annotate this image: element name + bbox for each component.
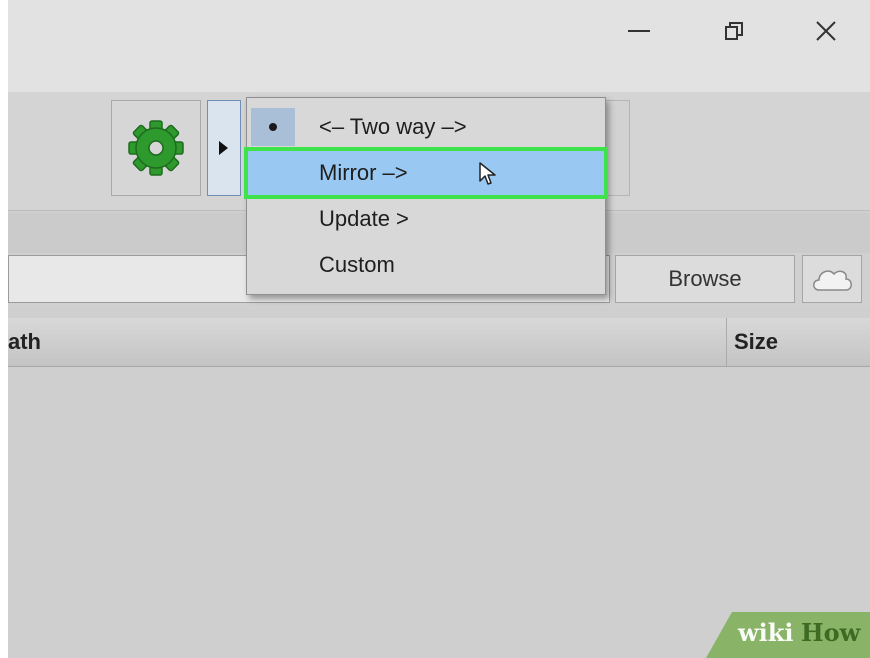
menu-item-label: Update > [319,206,409,231]
close-icon [816,21,836,41]
menu-item-mirror[interactable]: Mirror –> [244,147,608,199]
wikihow-watermark: wiki How [706,612,870,658]
file-table-header: ath Size [8,318,870,367]
title-bar [8,0,870,92]
column-header-size[interactable]: Size [734,318,778,366]
cloud-button[interactable] [802,255,862,303]
menu-item-update[interactable]: Update > [247,196,605,242]
close-button[interactable] [806,14,846,48]
menu-item-label: <– Two way –> [319,114,467,139]
sync-variant-dropdown-button[interactable] [207,100,241,196]
radio-dot-icon [269,123,277,131]
mouse-pointer-icon [479,162,496,185]
watermark-text-wiki: wiki [738,618,794,647]
restore-button[interactable] [714,14,754,48]
column-header-path[interactable]: ath [8,318,41,366]
sync-variant-menu: <– Two way –> Mirror –> Update > Custom [244,97,608,295]
watermark-text-how: How [801,618,861,647]
sync-settings-button[interactable] [111,100,201,196]
cloud-icon [813,270,852,291]
app-window: Browse ath Size <– Two way –> Mirror –> … [8,0,870,658]
minimize-button[interactable] [619,14,659,48]
triangle-right-icon [219,141,228,155]
column-divider[interactable] [726,318,727,366]
menu-item-label: Mirror –> [319,160,408,185]
restore-icon [725,22,743,40]
menu-item-two-way[interactable]: <– Two way –> [247,104,605,150]
minimize-icon [628,30,650,32]
selected-radio-indicator [251,108,295,146]
gear-icon [128,120,184,176]
browse-button[interactable]: Browse [615,255,795,303]
menu-item-label: Custom [319,252,395,277]
menu-item-custom[interactable]: Custom [247,242,605,288]
